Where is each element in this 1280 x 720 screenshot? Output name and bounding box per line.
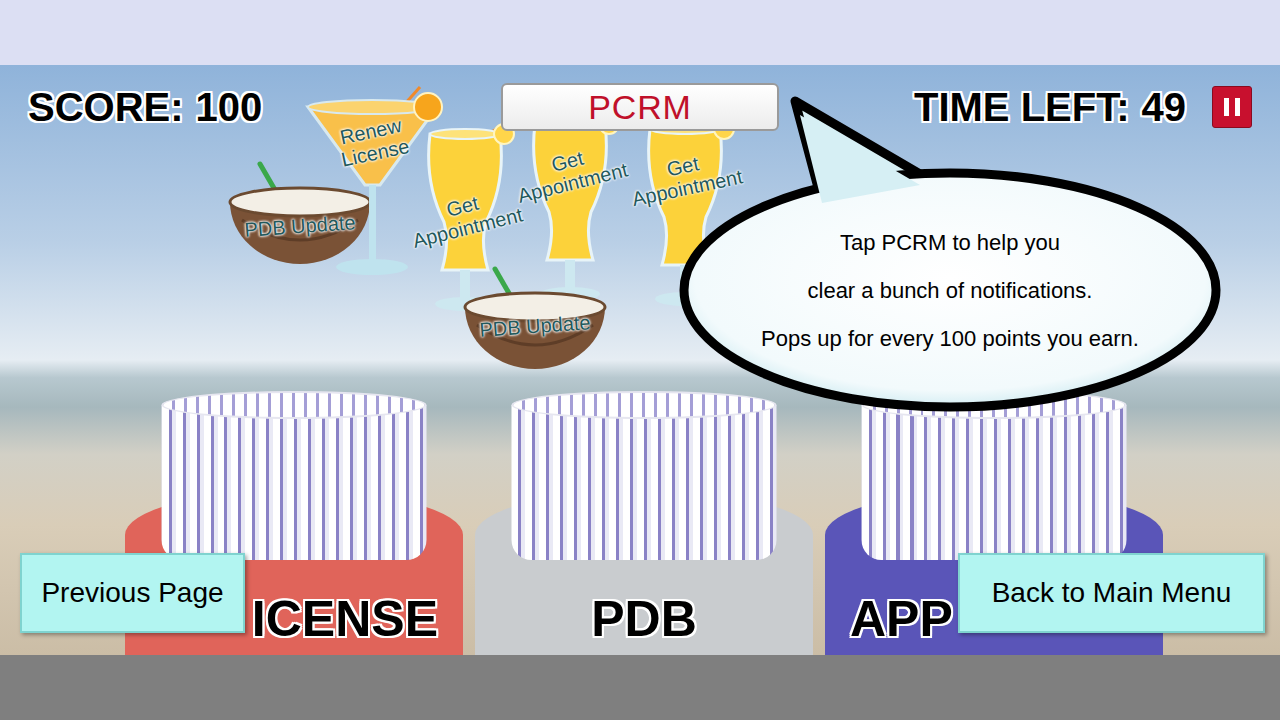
tip-line: Tap PCRM to help you [840,219,1060,267]
bin-stack [162,405,427,560]
notification-drink[interactable]: PDB Update [220,160,380,270]
previous-page-button[interactable]: Previous Page [20,553,245,633]
time-left: TIME LEFT:49 [914,83,1186,131]
main-menu-button[interactable]: Back to Main Menu [958,553,1265,633]
game-area: SCORE:100PCRM TIME LEFT:49 PDB UpdateRenew… [0,65,1280,655]
pcrm-button[interactable]: PCRM [501,83,779,131]
score: SCORE:100 [28,83,501,131]
hurricane-drink-icon [515,110,625,310]
notification-drink[interactable]: Get Appointment [515,110,625,310]
tip-line: Pops up for every 100 points you earn. [761,315,1139,363]
hud: SCORE:100PCRM TIME LEFT:49 [0,65,1280,131]
bin-stack [862,405,1127,560]
notification-drink[interactable]: PDB Update [455,265,615,375]
bin-label: ICENSE [252,589,438,649]
bin-label: APP [850,589,953,649]
cocktail-drink-icon [300,85,445,285]
game-screen: SCORE:100PCRM TIME LEFT:49 PDB UpdateRenew… [0,0,1280,720]
notification-drink[interactable]: Renew License [300,85,445,285]
tip-bubble: Tap PCRM to help youclear a bunch of not… [670,95,1230,425]
bin-stack [512,405,777,560]
sorting-bin: PDB [475,405,813,655]
top-band [0,0,1280,65]
tip-line: clear a bunch of notifications. [808,267,1093,315]
bottom-band [0,655,1280,720]
notification-drink[interactable]: Get Appointment [410,120,520,320]
speech-bubble-icon [670,95,1230,425]
pause-button[interactable] [1212,86,1252,128]
pause-icon [1224,98,1229,116]
bin-label: PDB [591,589,697,649]
